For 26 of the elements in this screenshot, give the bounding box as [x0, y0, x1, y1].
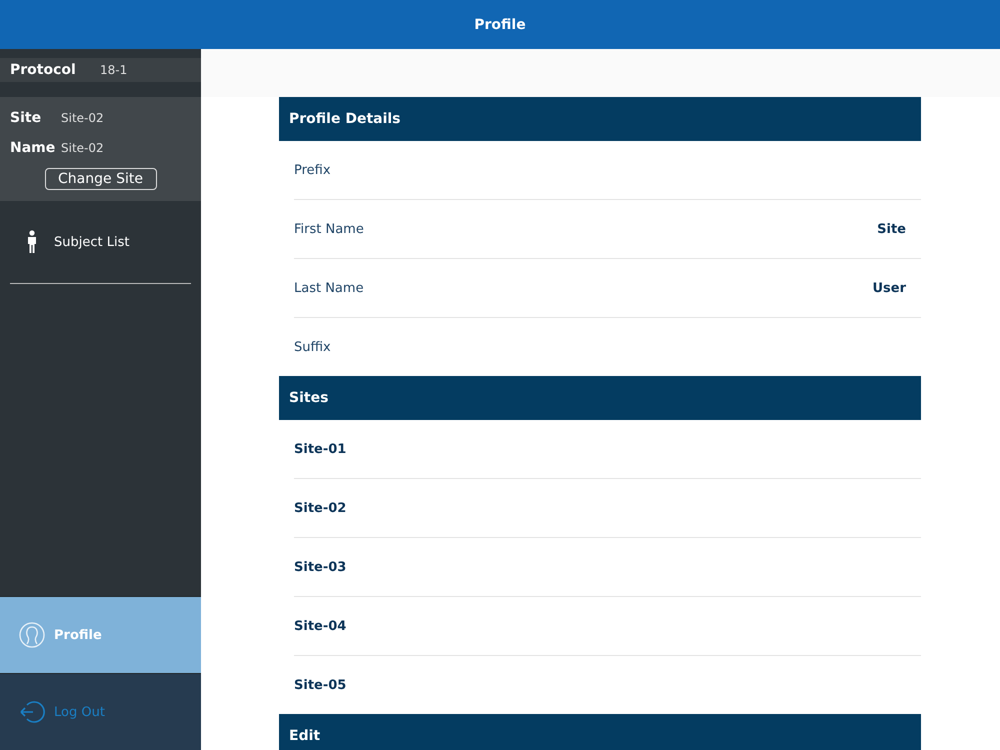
- protocol-value: 18-1: [100, 63, 128, 77]
- field-label: Suffix: [294, 340, 331, 354]
- site-name: Site-01: [294, 442, 346, 456]
- section-title: Edit: [289, 728, 320, 744]
- site-name: Site-03: [294, 560, 346, 574]
- field-value: Site: [877, 222, 906, 236]
- site-name: Site-04: [294, 618, 346, 634]
- field-value: User: [872, 280, 906, 296]
- page-title: Profile: [474, 16, 526, 32]
- protocol-label: Protocol: [10, 62, 77, 78]
- field-label: Last Name: [294, 280, 364, 296]
- profile-icon: [19, 622, 45, 648]
- person-icon: [26, 230, 38, 254]
- site-info-label: Site: [10, 110, 42, 126]
- change-site-button[interactable]: Change Site: [44, 168, 156, 190]
- site-name: Site-02: [294, 500, 346, 516]
- section-title: Profile Details: [289, 111, 401, 127]
- section-title: Sites: [289, 390, 328, 406]
- site-info-label: Name: [10, 140, 56, 156]
- logout-icon: [19, 700, 45, 724]
- site-info-value: Site-02: [61, 141, 104, 155]
- site-info-value: Site-02: [61, 111, 104, 125]
- field-label: Prefix: [294, 162, 331, 178]
- site-name: Site-05: [294, 678, 346, 692]
- menu-item[interactable]: Subject List: [0, 201, 201, 283]
- field-label: First Name: [294, 222, 364, 236]
